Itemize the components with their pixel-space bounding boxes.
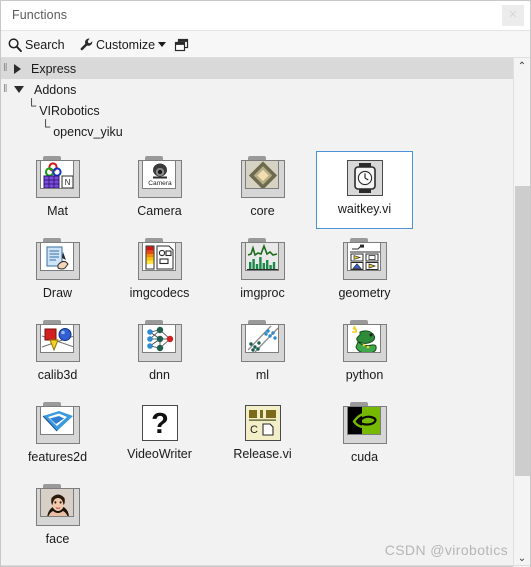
palette-item-label: python [345, 368, 384, 382]
palette-item-label: imgproc [240, 286, 285, 300]
palette-item-features2d[interactable]: features2d [9, 397, 106, 475]
palette-item-label: imgcodecs [129, 286, 190, 300]
drag-gripper-icon: ‖ [3, 62, 8, 74]
palette-item-calib3d[interactable]: calib3d [9, 315, 106, 393]
palette-item-core[interactable]: core [214, 151, 311, 229]
restore-window-button[interactable] [173, 31, 191, 58]
watermark-text: CSDN @virobotics [384, 542, 508, 558]
svg-text:C: C [250, 424, 258, 436]
palette-item-camera[interactable]: Camera Camera [111, 151, 208, 229]
palette-item-label: Draw [42, 286, 73, 300]
functions-palette-window: Functions ✕ Search Customize ‖ Express ‖… [0, 0, 531, 567]
scroll-up-arrow-icon[interactable]: ⌃ [514, 58, 530, 75]
ml-folder-icon [240, 320, 285, 362]
palette-item-label: waitkey.vi [337, 202, 392, 216]
restore-window-icon [173, 37, 191, 53]
category-tree: ‖ Express ‖ Addons └ VIRobotics └ opencv… [1, 58, 513, 142]
palette-item-label: face [45, 532, 70, 546]
python-folder-icon [342, 320, 387, 362]
palette-item-python[interactable]: python [316, 315, 413, 393]
palette-item-label: dnn [149, 368, 170, 382]
palette-row: N Mat Camera Camera core waitkey.vi [1, 151, 513, 233]
customize-menu-button[interactable]: Customize [79, 31, 167, 58]
vertical-scrollbar[interactable]: ⌃ ⌄ [513, 58, 530, 567]
wrench-icon [79, 37, 95, 53]
scrollbar-thumb[interactable] [515, 186, 530, 476]
camera-folder-icon: Camera [137, 156, 182, 198]
triangle-right-icon[interactable] [14, 63, 21, 74]
palette-item-imgproc[interactable]: imgproc [214, 233, 311, 311]
tree-row-addons[interactable]: ‖ Addons [1, 79, 513, 100]
search-button-label: Search [25, 37, 65, 52]
palette-item-label: calib3d [37, 368, 78, 382]
chevron-down-icon [158, 42, 167, 47]
features2d-folder-icon [35, 402, 80, 444]
palette-item-cuda[interactable]: cuda [316, 397, 413, 475]
svg-text:N: N [64, 178, 70, 187]
palette-item-label: features2d [27, 450, 88, 464]
videowriter-question-icon: ? [141, 405, 178, 441]
draw-folder-icon [35, 238, 80, 280]
face-folder-icon [35, 484, 80, 526]
customize-button-label: Customize [96, 37, 156, 52]
palette-item-release-vi[interactable]: C Release.vi [214, 397, 311, 475]
core-folder-icon [240, 156, 285, 198]
tree-label-opencv-yiku: opencv_yiku [53, 124, 123, 139]
search-icon [7, 37, 23, 53]
calib3d-folder-icon [35, 320, 80, 362]
palette-row: Draw imgcodecs imgproc geometry [1, 233, 513, 315]
triangle-down-icon[interactable] [14, 86, 24, 93]
imgproc-folder-icon [240, 238, 285, 280]
window-title: Functions [12, 8, 68, 22]
svg-text:Camera: Camera [148, 180, 172, 187]
palette-item-mat[interactable]: N Mat [9, 151, 106, 229]
palette-item-waitkey-vi[interactable]: waitkey.vi [316, 151, 413, 229]
title-bar: Functions ✕ [1, 1, 530, 31]
search-button[interactable]: Search [7, 31, 65, 58]
tree-row-opencv-yiku[interactable]: └ opencv_yiku [1, 119, 513, 142]
palette-item-label: ml [255, 368, 270, 382]
palette-item-videowriter[interactable]: ? VideoWriter [111, 397, 208, 475]
palette-item-label: geometry [338, 286, 391, 300]
palette-item-draw[interactable]: Draw [9, 233, 106, 311]
bottom-border [1, 565, 530, 566]
tree-label-virobotics: VIRobotics [39, 103, 100, 118]
palette-row: features2d ? VideoWriter C Release.vi cu… [1, 397, 513, 479]
release-vi-icon: C [244, 405, 281, 441]
close-button[interactable]: ✕ [502, 5, 524, 26]
palette-item-imgcodecs[interactable]: imgcodecs [111, 233, 208, 311]
palette-item-label: cuda [350, 450, 379, 464]
toolbar: Search Customize [1, 31, 530, 58]
palette-item-label: Mat [47, 204, 68, 218]
tree-elbow-icon: └ [27, 98, 37, 113]
palette-item-label: Camera [137, 204, 182, 218]
palette-item-face[interactable]: face [9, 479, 106, 557]
palette-item-geometry[interactable]: geometry [316, 233, 413, 311]
palette-row: calib3d dnn ml python [1, 315, 513, 397]
tree-label-express: Express [31, 61, 77, 76]
palette-item-dnn[interactable]: dnn [111, 315, 208, 393]
cuda-folder-icon [342, 402, 387, 444]
palette-item-label: core [250, 204, 275, 218]
palette-icon-grid: N Mat Camera Camera core waitkey.vi Draw… [1, 151, 513, 561]
svg-text:?: ? [151, 408, 169, 440]
tree-row-express[interactable]: ‖ Express [1, 58, 513, 79]
mat-folder-icon: N [35, 156, 80, 198]
tree-label-addons: Addons [34, 82, 77, 97]
waitkey-vi-icon [346, 160, 383, 196]
tree-elbow-icon: └ [41, 119, 51, 134]
tree-row-virobotics[interactable]: └ VIRobotics [1, 98, 513, 121]
drag-gripper-icon: ‖ [3, 83, 8, 95]
palette-item-ml[interactable]: ml [214, 315, 311, 393]
palette-item-label: VideoWriter [127, 447, 192, 461]
geometry-folder-icon [342, 238, 387, 280]
palette-item-label: Release.vi [233, 447, 292, 461]
imgcodecs-folder-icon [137, 238, 182, 280]
dnn-folder-icon [137, 320, 182, 362]
